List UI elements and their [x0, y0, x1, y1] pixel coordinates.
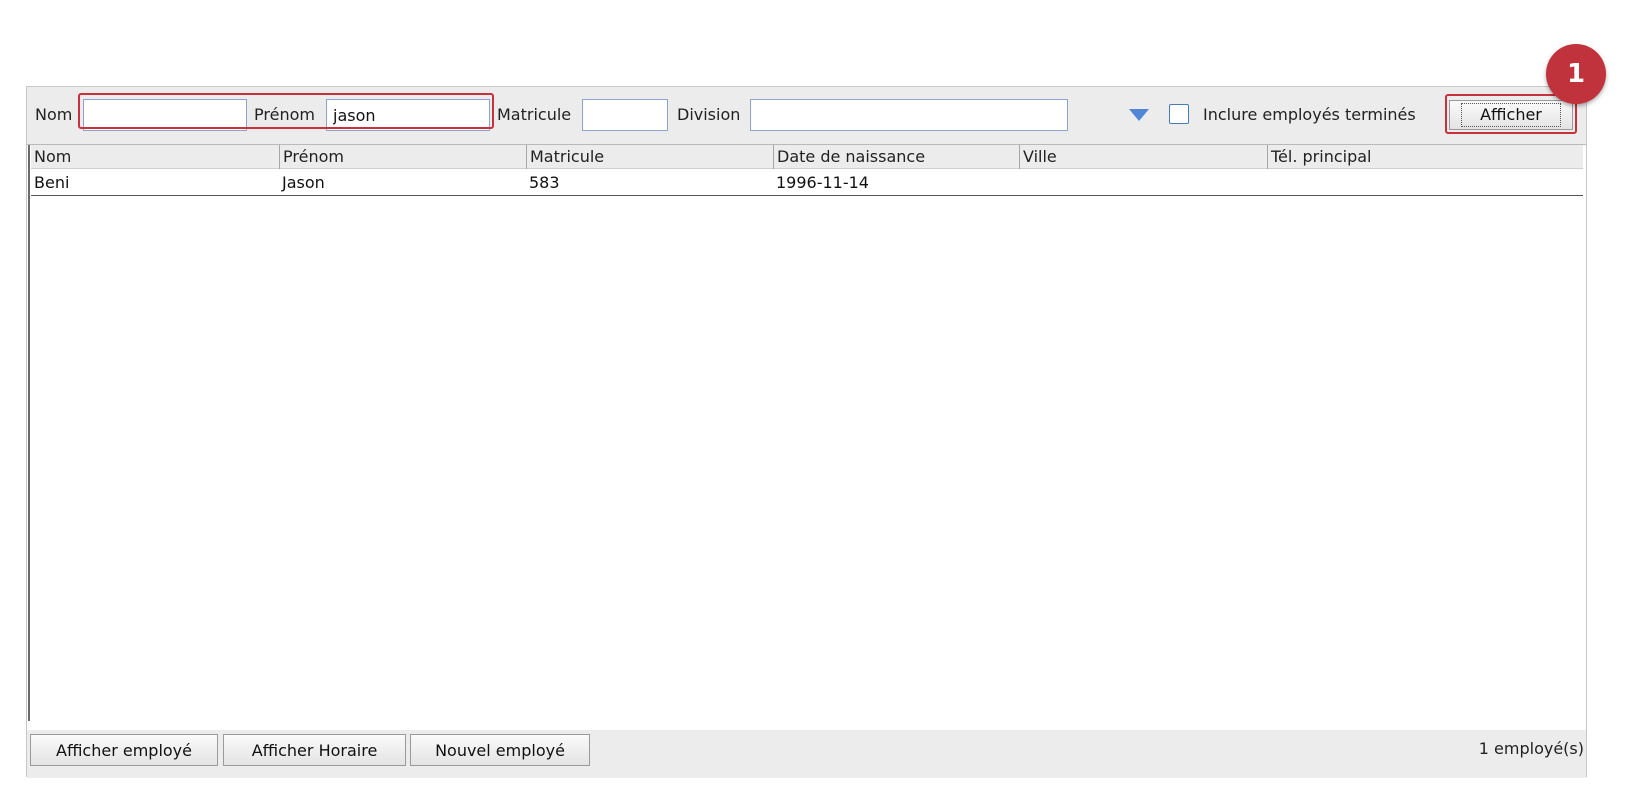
column-header-ville[interactable]: Ville	[1019, 145, 1267, 169]
include-terminated-checkbox[interactable]	[1169, 104, 1189, 124]
afficher-employe-button[interactable]: Afficher employé	[30, 734, 218, 766]
nom-label: Nom	[35, 105, 73, 124]
employee-count: 1 employé(s)	[1478, 739, 1584, 758]
nouvel-employe-button[interactable]: Nouvel employé	[410, 734, 590, 766]
division-dropdown[interactable]	[750, 99, 1068, 131]
matricule-input[interactable]	[582, 99, 668, 131]
bottom-action-bar: Afficher employé Afficher Horaire Nouvel…	[27, 730, 1586, 778]
include-terminated-label: Inclure employés terminés	[1203, 105, 1416, 124]
results-table-header: Nom Prénom Matricule Date de naissance V…	[31, 145, 1583, 169]
column-header-prenom[interactable]: Prénom	[279, 145, 526, 169]
column-header-tel-principal[interactable]: Tél. principal	[1267, 145, 1583, 169]
table-row[interactable]: Beni Jason 583 1996-11-14	[31, 169, 1583, 196]
afficher-employe-label: Afficher employé	[56, 740, 192, 760]
cell-prenom: Jason	[282, 173, 325, 192]
afficher-horaire-button[interactable]: Afficher Horaire	[223, 734, 406, 766]
matricule-label: Matricule	[497, 105, 572, 124]
cell-date-naissance: 1996-11-14	[776, 173, 869, 192]
afficher-horaire-label: Afficher Horaire	[251, 740, 378, 760]
column-header-matricule[interactable]: Matricule	[526, 145, 773, 169]
division-label: Division	[677, 105, 741, 124]
search-toolbar: Nom Prénom Matricule Division Inclure em…	[27, 87, 1586, 145]
cell-nom: Beni	[34, 173, 70, 192]
cell-matricule: 583	[529, 173, 560, 192]
column-header-date-naissance[interactable]: Date de naissance	[773, 145, 1019, 169]
chevron-down-icon[interactable]	[1129, 109, 1149, 121]
employee-search-window: Nom Prénom Matricule Division Inclure em…	[26, 86, 1587, 778]
afficher-button-highlight	[1445, 94, 1577, 134]
nouvel-employe-label: Nouvel employé	[435, 740, 565, 760]
step-badge: 1	[1546, 44, 1606, 104]
column-header-nom[interactable]: Nom	[31, 145, 279, 169]
name-fields-highlight	[78, 93, 494, 129]
table-left-border	[27, 145, 31, 721]
